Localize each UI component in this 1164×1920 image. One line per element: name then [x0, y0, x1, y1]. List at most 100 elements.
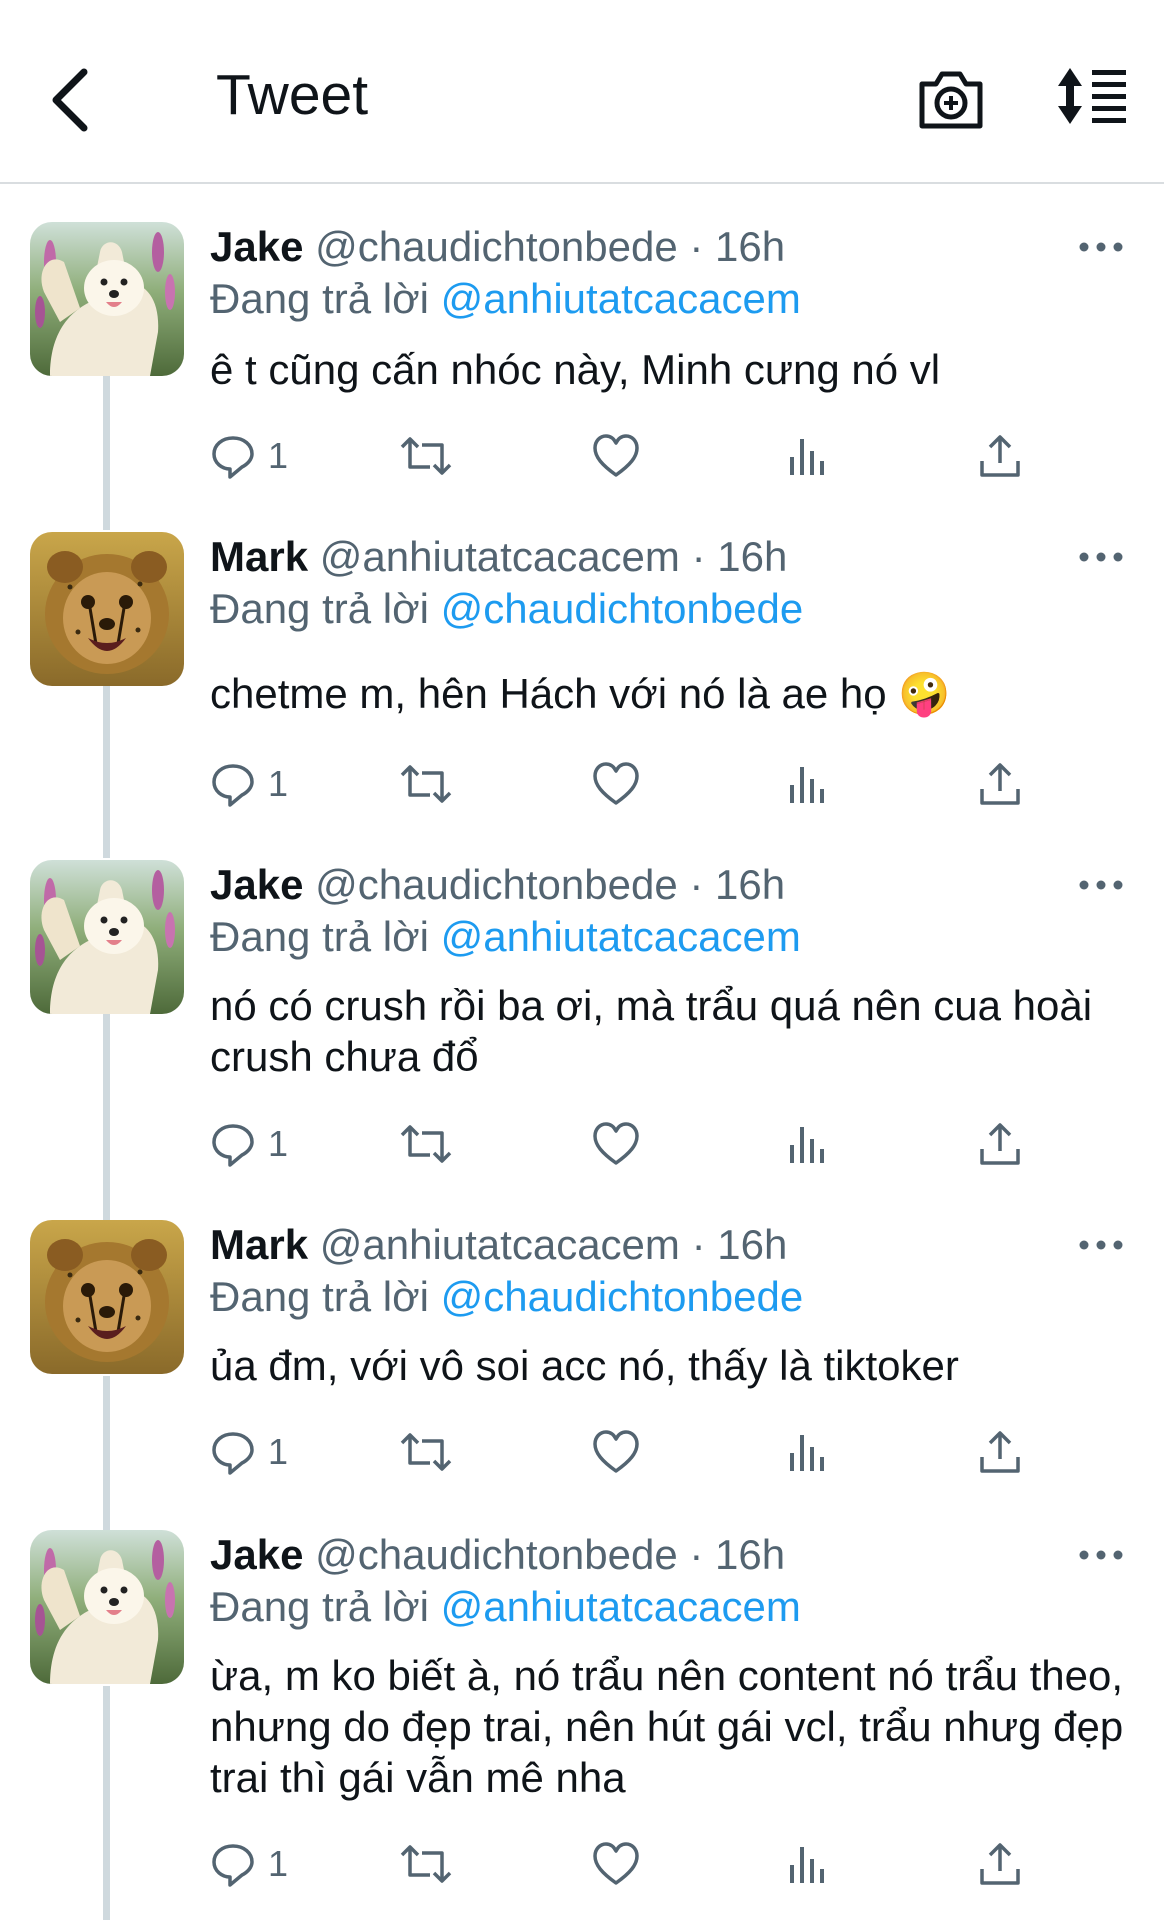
replying-to: Đang trả lời @chaudichtonbede [210, 1272, 803, 1322]
like-button[interactable] [592, 756, 640, 812]
back-button[interactable] [40, 60, 110, 140]
more-options-button[interactable] [1076, 1220, 1126, 1270]
retweet-button[interactable] [398, 1424, 454, 1480]
tweet[interactable]: Jake @chaudichtonbede · 16h Đang trả lời… [0, 1530, 1164, 1920]
share-button[interactable] [978, 1116, 1022, 1172]
tweet-actions: 1 [210, 1424, 1130, 1480]
retweet-button[interactable] [398, 1116, 454, 1172]
share-icon [980, 1123, 1020, 1165]
share-button[interactable] [978, 428, 1022, 484]
replying-to-label: Đang trả lời [210, 275, 429, 322]
analytics-button[interactable] [786, 1116, 830, 1172]
like-button[interactable] [592, 1116, 640, 1172]
tweet-text: ừa, m ko biết à, nó trẩu nên content nó … [210, 1652, 1124, 1801]
replying-to-label: Đang trả lời [210, 1273, 429, 1320]
reply-count: 1 [268, 1123, 289, 1164]
tweet-text: ê t cũng cấn nhóc này, Minh cưng nó vl [210, 346, 941, 393]
user-handle[interactable]: @chaudichtonbede [315, 1531, 678, 1578]
reply-count: 1 [268, 763, 289, 804]
like-button[interactable] [592, 1836, 640, 1892]
share-button[interactable] [978, 756, 1022, 812]
tweet-actions: 1 [210, 1116, 1130, 1172]
tweet-header: Mark @anhiutatcacacem · 16h [210, 1220, 787, 1270]
analytics-button[interactable] [786, 1424, 830, 1480]
tweet-actions: 1 [210, 1836, 1130, 1892]
display-name[interactable]: Jake [210, 1531, 303, 1578]
more-options-button[interactable] [1076, 1530, 1126, 1580]
reply-icon [212, 1844, 254, 1887]
tweet-header: Jake @chaudichtonbede · 16h [210, 1530, 785, 1580]
reply-button[interactable]: 1 [210, 1116, 288, 1172]
replying-to-label: Đang trả lời [210, 1583, 429, 1630]
retweet-icon [400, 437, 452, 475]
avatar[interactable] [30, 1220, 184, 1374]
reply-icon [212, 1124, 254, 1167]
mention-link[interactable]: @chaudichtonbede [441, 585, 804, 632]
camera-button[interactable] [916, 66, 986, 132]
chevron-left-icon [52, 68, 88, 132]
retweet-button[interactable] [398, 1836, 454, 1892]
more-options-button[interactable] [1076, 532, 1126, 582]
tweet-time: · 16h [691, 533, 788, 580]
user-handle[interactable]: @chaudichtonbede [315, 861, 678, 908]
tweet[interactable]: Mark @anhiutatcacacem · 16h Đang trả lời… [0, 1220, 1164, 1500]
like-button[interactable] [592, 1424, 640, 1480]
user-handle[interactable]: @chaudichtonbede [315, 223, 678, 270]
share-button[interactable] [978, 1836, 1022, 1892]
display-name[interactable]: Jake [210, 861, 303, 908]
retweet-icon [400, 765, 452, 803]
tweet-text: ủa đm, với vô soi acc nó, thấy là tiktok… [210, 1342, 959, 1389]
like-button[interactable] [592, 428, 640, 484]
tweet-time: · 16h [689, 1531, 786, 1578]
display-name[interactable]: Mark [210, 533, 308, 580]
retweet-button[interactable] [398, 428, 454, 484]
tweet[interactable]: Mark @anhiutatcacacem · 16h Đang trả lời… [0, 532, 1164, 832]
top-bar: Tweet [0, 0, 1164, 184]
display-name[interactable]: Mark [210, 1221, 308, 1268]
reply-count: 1 [268, 435, 289, 476]
mention-link[interactable]: @chaudichtonbede [441, 1273, 804, 1320]
reply-button[interactable]: 1 [210, 428, 288, 484]
heart-icon [593, 1430, 639, 1473]
retweet-icon [400, 1845, 452, 1883]
tweet-time: · 16h [689, 861, 786, 908]
display-name[interactable]: Jake [210, 223, 303, 270]
avatar[interactable] [30, 532, 184, 686]
tweet-time: · 16h [691, 1221, 788, 1268]
tweet-header: Jake @chaudichtonbede · 16h [210, 222, 785, 272]
mention-link[interactable]: @anhiutatcacacem [441, 275, 801, 322]
more-options-button[interactable] [1076, 860, 1126, 910]
tweet-actions: 1 [210, 756, 1130, 812]
replying-to: Đang trả lời @chaudichtonbede [210, 584, 803, 634]
more-options-button[interactable] [1076, 222, 1126, 272]
share-icon [980, 763, 1020, 805]
retweet-button[interactable] [398, 756, 454, 812]
user-handle[interactable]: @anhiutatcacacem [320, 1221, 680, 1268]
reply-count: 1 [268, 1431, 289, 1472]
analytics-button[interactable] [786, 1836, 830, 1892]
replying-to-label: Đang trả lời [210, 585, 429, 632]
tweet-actions: 1 [210, 428, 1130, 484]
reply-button[interactable]: 1 [210, 756, 288, 812]
reply-button[interactable]: 1 [210, 1424, 288, 1480]
mention-link[interactable]: @anhiutatcacacem [441, 913, 801, 960]
more-dots-icon [1079, 242, 1123, 252]
mention-link[interactable]: @anhiutatcacacem [441, 1583, 801, 1630]
analytics-icon [790, 1127, 824, 1163]
heart-icon [593, 762, 639, 805]
avatar[interactable] [30, 860, 184, 1014]
sort-button[interactable] [1054, 66, 1130, 126]
avatar[interactable] [30, 1530, 184, 1684]
share-button[interactable] [978, 1424, 1022, 1480]
more-dots-icon [1079, 1240, 1123, 1250]
analytics-button[interactable] [786, 756, 830, 812]
share-icon [980, 1843, 1020, 1885]
reply-button[interactable]: 1 [210, 1836, 288, 1892]
tweet[interactable]: Jake @chaudichtonbede · 16h Đang trả lời… [0, 860, 1164, 1190]
user-handle[interactable]: @anhiutatcacacem [320, 533, 680, 580]
analytics-button[interactable] [786, 428, 830, 484]
more-dots-icon [1079, 880, 1123, 890]
tweet[interactable]: Jake @chaudichtonbede · 16h Đang trả lời… [0, 222, 1164, 502]
avatar[interactable] [30, 222, 184, 376]
replying-to: Đang trả lời @anhiutatcacacem [210, 1582, 801, 1632]
